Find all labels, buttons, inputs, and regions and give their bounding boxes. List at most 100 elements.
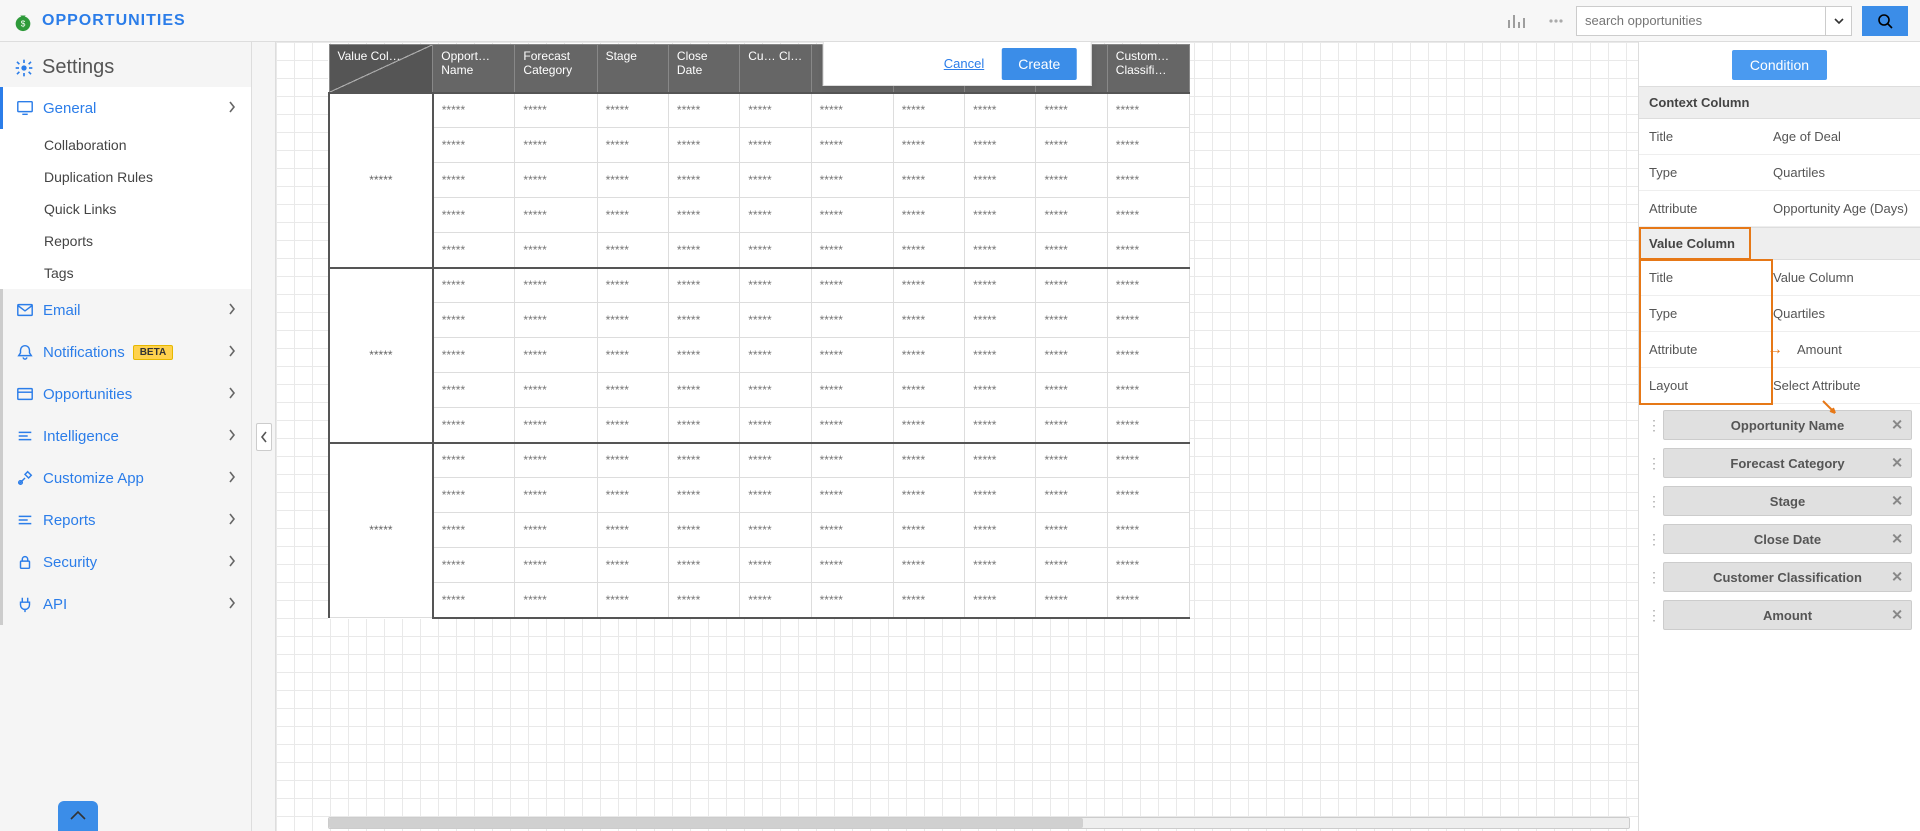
search-input[interactable] (1576, 6, 1826, 36)
table-cell: ***** (1107, 338, 1189, 373)
table-cell: ***** (893, 478, 964, 513)
attribute-chip[interactable]: Customer Classification✕ (1663, 562, 1912, 592)
config-key: Attribute (1639, 334, 1763, 365)
sidebar-item-reports-m[interactable]: Reports (0, 499, 251, 541)
config-value[interactable]: Value Column (1763, 262, 1920, 293)
table-cell: ***** (1036, 373, 1107, 408)
table-cell: ***** (740, 338, 811, 373)
table-cell: ***** (740, 303, 811, 338)
drag-handle-icon[interactable]: ⋮⋮ (1647, 421, 1659, 429)
table-cell: ***** (515, 163, 597, 198)
table-cell: ***** (893, 443, 964, 478)
table-cell: ***** (811, 548, 893, 583)
sidebar-item-security[interactable]: Security (0, 541, 251, 583)
table-cell: ***** (1107, 373, 1189, 408)
table-cell: ***** (965, 478, 1036, 513)
table-cell: ***** (965, 408, 1036, 443)
table-cell: ***** (1036, 513, 1107, 548)
sidebar-item-intelligence[interactable]: Intelligence (0, 415, 251, 457)
arrow-right-icon: → (1763, 341, 1787, 359)
table-cell: ***** (668, 548, 739, 583)
preview-h-scrollbar[interactable] (328, 817, 1630, 829)
table-cell: ***** (893, 128, 964, 163)
table-cell: ***** (668, 163, 739, 198)
sidebar-collapse-button[interactable] (58, 801, 98, 831)
drag-handle-icon[interactable]: ⋮⋮ (1647, 497, 1659, 505)
settings-title: Settings (42, 56, 114, 79)
table-cell: ***** (893, 548, 964, 583)
table-cell: ***** (597, 548, 668, 583)
sidebar-subitem-tags[interactable]: Tags (0, 257, 251, 289)
table-cell: ***** (515, 478, 597, 513)
table-cell: ***** (740, 513, 811, 548)
table-cell: ***** (1036, 128, 1107, 163)
table-cell: ***** (893, 93, 964, 128)
table-cell: ***** (668, 303, 739, 338)
sidebar-item-notifications[interactable]: NotificationsBETA (0, 331, 251, 373)
table-cell: ***** (740, 478, 811, 513)
config-value[interactable]: Opportunity Age (Days) (1763, 193, 1920, 224)
sidebar-subitem-collaboration[interactable]: Collaboration (0, 129, 251, 161)
table-cell: ***** (433, 338, 515, 373)
table-cell: ***** (740, 93, 811, 128)
table-cell: ***** (515, 233, 597, 268)
search-button[interactable] (1862, 6, 1908, 36)
app-title: OPPORTUNITIES (42, 12, 186, 30)
attribute-chip-row: ⋮⋮ Opportunity Name✕ (1647, 410, 1912, 440)
attribute-chip[interactable]: Amount✕ (1663, 600, 1912, 630)
sidebar-item-label: API (43, 596, 67, 613)
sidebar-subitem-reports[interactable]: Reports (0, 225, 251, 257)
sidebar-item-general[interactable]: General (0, 87, 251, 129)
config-value[interactable]: Age of Deal (1763, 121, 1920, 152)
sidebar-item-opportunities[interactable]: Opportunities (0, 373, 251, 415)
remove-chip-icon[interactable]: ✕ (1891, 455, 1903, 472)
table-cell: ***** (668, 338, 739, 373)
search-dropdown-toggle[interactable] (1826, 6, 1852, 36)
config-value[interactable]: Select Attribute (1763, 370, 1920, 401)
drag-handle-icon[interactable]: ⋮⋮ (1647, 459, 1659, 467)
remove-chip-icon[interactable]: ✕ (1891, 493, 1903, 510)
remove-chip-icon[interactable]: ✕ (1891, 607, 1903, 624)
table-cell: ***** (1036, 163, 1107, 198)
monitor-icon (15, 99, 35, 117)
remove-chip-icon[interactable]: ✕ (1891, 569, 1903, 586)
table-cell: ***** (965, 303, 1036, 338)
remove-chip-icon[interactable]: ✕ (1891, 531, 1903, 548)
more-dots-icon[interactable] (1546, 11, 1566, 31)
table-cell: ***** (811, 338, 893, 373)
chevron-right-icon (227, 554, 237, 571)
sidebar-collapse-handle[interactable] (256, 423, 272, 451)
col-header: Stage (597, 45, 668, 93)
drag-handle-icon[interactable]: ⋮⋮ (1647, 535, 1659, 543)
config-value[interactable]: Quartiles (1763, 157, 1920, 188)
drag-handle-icon[interactable]: ⋮⋮ (1647, 611, 1659, 619)
config-value[interactable]: Amount (1787, 334, 1920, 365)
attribute-chip[interactable]: Stage✕ (1663, 486, 1912, 516)
cancel-link[interactable]: Cancel (944, 56, 984, 71)
sidebar-subitem-duplication[interactable]: Duplication Rules (0, 161, 251, 193)
sidebar-item-api[interactable]: API (0, 583, 251, 625)
sidebar-item-customize[interactable]: Customize App (0, 457, 251, 499)
table-cell: ***** (740, 443, 811, 478)
attribute-chip[interactable]: Opportunity Name✕ (1663, 410, 1912, 440)
table-cell: ***** (1107, 443, 1189, 478)
create-button[interactable]: Create (1002, 48, 1076, 80)
config-value[interactable]: Quartiles (1763, 298, 1920, 329)
chip-label: Close Date (1754, 532, 1821, 547)
table-cell: ***** (740, 408, 811, 443)
scrollbar-thumb[interactable] (329, 818, 1083, 828)
search-wrap (1576, 6, 1908, 36)
drag-handle-icon[interactable]: ⋮⋮ (1647, 573, 1659, 581)
group-cell: ***** (329, 443, 433, 618)
attribute-chip[interactable]: Forecast Category✕ (1663, 448, 1912, 478)
sidebar-item-email[interactable]: Email (0, 289, 251, 331)
table-cell: ***** (1036, 548, 1107, 583)
condition-button[interactable]: Condition (1732, 50, 1827, 80)
table-cell: ***** (597, 163, 668, 198)
remove-chip-icon[interactable]: ✕ (1891, 417, 1903, 434)
table-cell: ***** (1107, 128, 1189, 163)
attribute-chip[interactable]: Close Date ✕ (1663, 524, 1912, 554)
chart-bars-icon[interactable] (1506, 11, 1526, 31)
table-cell: ***** (433, 128, 515, 163)
sidebar-subitem-quick-links[interactable]: Quick Links (0, 193, 251, 225)
